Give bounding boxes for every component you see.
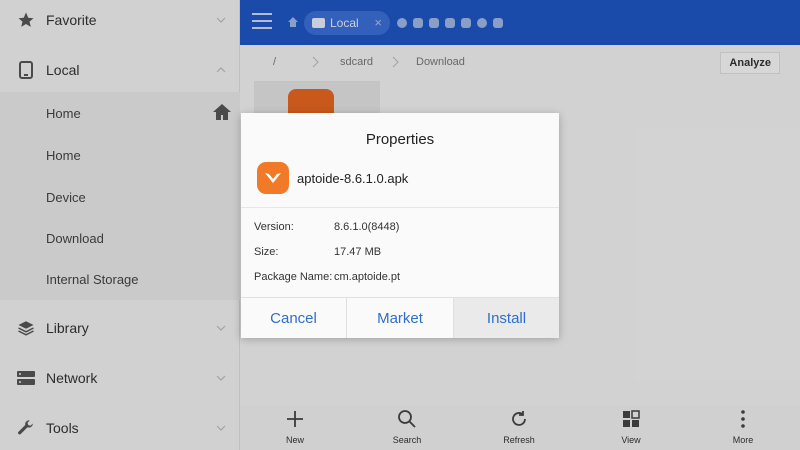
market-button[interactable]: Market [347, 298, 453, 338]
package-name-value: cm.aptoide.pt [334, 271, 401, 283]
divider [241, 207, 559, 208]
dialog-title: Properties [365, 131, 435, 148]
aptoide-app-icon [257, 162, 289, 194]
version-value: 8.6.1.0(8448) [334, 221, 400, 233]
install-button[interactable]: Install [454, 298, 559, 338]
size-label: Size: [254, 246, 279, 258]
version-label: Version: [254, 221, 294, 233]
cancel-button[interactable]: Cancel [241, 298, 346, 338]
properties-dialog: Properties aptoide-8.6.1.0.apk Version: … [241, 113, 559, 338]
file-name: aptoide-8.6.1.0.apk [297, 171, 409, 186]
package-name-label: Package Name: [254, 271, 333, 283]
dialog-button-row: Cancel Market Install [241, 297, 559, 338]
size-value: 17.47 MB [334, 246, 382, 258]
